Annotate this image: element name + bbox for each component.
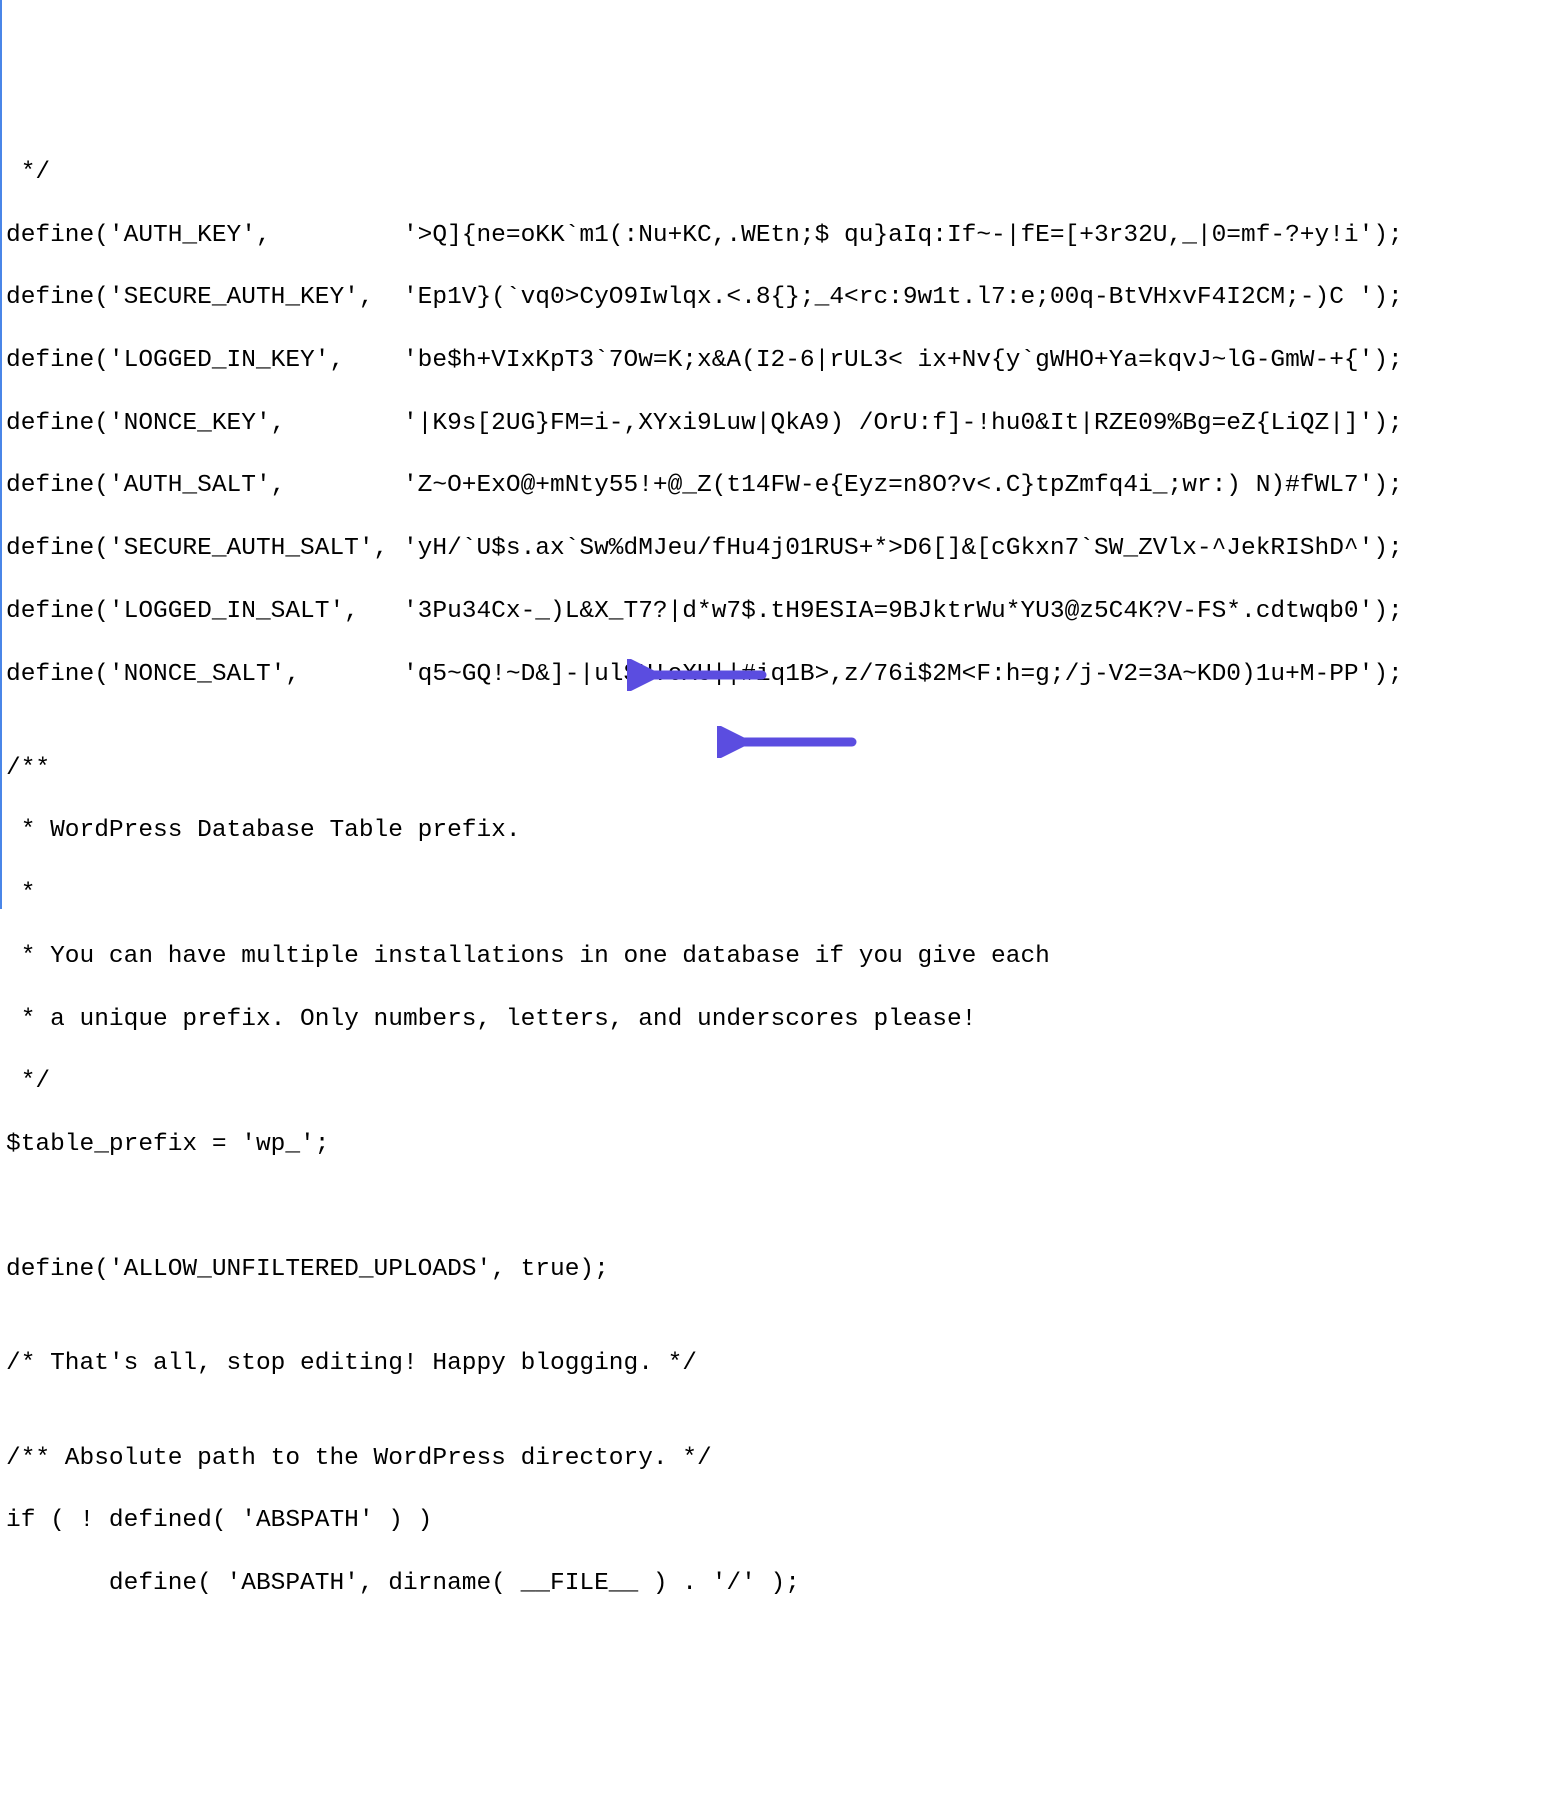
code-line-comment: * You can have multiple installations in… — [6, 941, 1560, 972]
code-line-define-nonce-key: define('NONCE_KEY', '|K9s[2UG}FM=i-,XYxi… — [6, 408, 1560, 439]
code-line-comment: * — [6, 878, 1560, 909]
code-line-comment-close: */ — [6, 1066, 1560, 1097]
code-line-define-abspath: define( 'ABSPATH', dirname( __FILE__ ) .… — [6, 1568, 1560, 1599]
code-line-define-auth-key: define('AUTH_KEY', '>Q]{ne=oKK`m1(:Nu+KC… — [6, 220, 1560, 251]
code-line-if-defined: if ( ! defined( 'ABSPATH' ) ) — [6, 1505, 1560, 1536]
code-line-define-secure-auth-salt: define('SECURE_AUTH_SALT', 'yH/`U$s.ax`S… — [6, 533, 1560, 564]
code-line-stop-editing-comment: /* That's all, stop editing! Happy blogg… — [6, 1348, 1560, 1379]
code-line-abspath-comment: /** Absolute path to the WordPress direc… — [6, 1443, 1560, 1474]
code-line-table-prefix: $table_prefix = 'wp_'; — [6, 1129, 1560, 1160]
code-line-allow-unfiltered-uploads: define('ALLOW_UNFILTERED_UPLOADS', true)… — [6, 1254, 1560, 1285]
annotation-arrow-icon — [717, 663, 857, 789]
code-line-define-logged-in-salt: define('LOGGED_IN_SALT', '3Pu34Cx-_)L&X_… — [6, 596, 1560, 627]
code-line-comment: * a unique prefix. Only numbers, letters… — [6, 1004, 1560, 1035]
code-line-define-auth-salt: define('AUTH_SALT', 'Z~O+ExO@+mNty55!+@_… — [6, 470, 1560, 501]
code-editor-content[interactable]: */ define('AUTH_KEY', '>Q]{ne=oKK`m1(:Nu… — [2, 125, 1560, 1630]
code-line-define-logged-in-key: define('LOGGED_IN_KEY', 'be$h+VIxKpT3`7O… — [6, 345, 1560, 376]
code-line: */ — [6, 157, 1560, 188]
code-line-comment: * WordPress Database Table prefix. — [6, 815, 1560, 846]
code-line-define-secure-auth-key: define('SECURE_AUTH_KEY', 'Ep1V}(`vq0>Cy… — [6, 282, 1560, 313]
